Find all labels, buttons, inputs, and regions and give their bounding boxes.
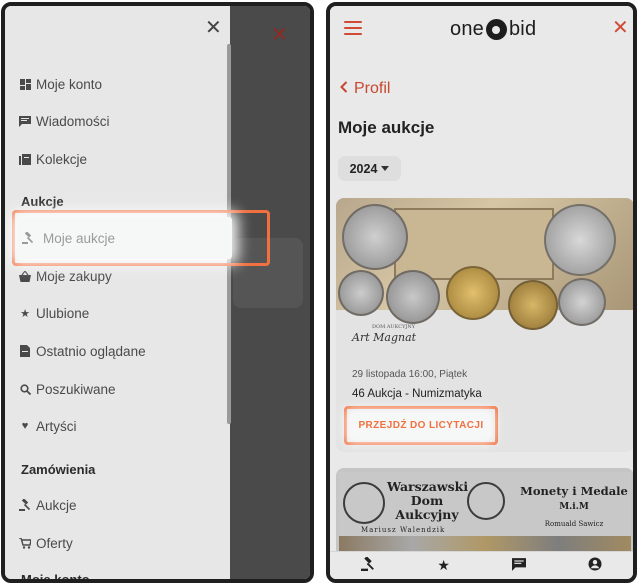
close-icon[interactable]: ✕ <box>612 18 629 38</box>
drawer-item-label: Poszukiwane <box>36 381 116 397</box>
coin-image <box>386 270 440 324</box>
search-icon <box>19 383 31 395</box>
section-title-zamowienia: Zamówienia <box>21 462 96 477</box>
banner-right-mid: M.i.M <box>559 502 589 512</box>
bottom-nav: ★ <box>330 551 633 579</box>
right-phone-screen: one bid ✕ Profil Moje aukcje 2024 DOM AU… <box>326 2 637 583</box>
star-icon: ★ <box>20 307 30 320</box>
coin-image <box>446 266 500 320</box>
message-icon <box>19 115 31 127</box>
gavel-icon[interactable] <box>358 556 378 574</box>
drawer-item-ulubione[interactable]: ★ Ulubione <box>19 301 89 325</box>
coin-image <box>338 270 384 316</box>
drawer-item-moje-aukcje[interactable]: Moje aukcje <box>12 210 270 266</box>
left-phone-screen: ✕ ✕ Moje konto Wiadomości Kolekcje Aukcj… <box>1 2 314 583</box>
drawer-close-icon[interactable]: ✕ <box>205 18 222 38</box>
go-to-auction-button[interactable]: PRZEJDŹ DO LICYTACJI <box>344 406 498 445</box>
drawer-item-label: Artyści <box>36 418 77 434</box>
auction-card[interactable]: DOM AUKCYJNY Art Magnat 29 listopada 16:… <box>336 198 633 452</box>
drawer-item-label: Kolekcje <box>36 151 88 167</box>
document-icon <box>19 345 31 357</box>
drawer-item-label: Aukcje <box>36 497 77 513</box>
drawer-item-moje-konto[interactable]: Moje konto <box>19 72 102 96</box>
auction-date: 29 listopada 16:00, Piątek <box>352 369 468 380</box>
seller-logo: DOM AUKCYJNY Art Magnat <box>352 324 416 344</box>
logo-text-right: bid <box>508 18 537 40</box>
back-link-label: Profil <box>354 80 391 97</box>
drawer-item-label: Ostatnio oglądane <box>36 343 146 359</box>
gavel-icon <box>19 499 31 511</box>
seal-icon <box>343 482 385 524</box>
drawer-item-kolekcje[interactable]: Kolekcje <box>19 147 87 171</box>
drawer-item-artysci[interactable]: ♥ Artyści <box>19 414 77 438</box>
drawer-item-label: Oferty <box>36 535 73 551</box>
dashboard-icon <box>19 78 31 90</box>
caret-down-icon <box>381 166 390 171</box>
auction-banner-image: Warszawski Dom Aukcyjny Mariusz Walendzi… <box>339 472 631 558</box>
banner-right-subtitle: Romuald Sawicz <box>544 520 604 528</box>
heart-icon: ♥ <box>21 420 29 432</box>
logo-text-left: one <box>450 18 484 40</box>
drawer-item-wiadomosci[interactable]: Wiadomości <box>19 109 110 133</box>
coin-image <box>342 204 408 270</box>
drawer-item-zamowienia-aukcje[interactable]: Aukcje <box>19 493 77 517</box>
gavel-icon <box>22 232 34 244</box>
drawer-item-label: Moje konto <box>36 76 103 92</box>
section-title-moje-konto: Moje konto <box>21 572 90 583</box>
logo-coin-icon <box>485 19 507 40</box>
seller-name: Art Magnat <box>352 331 417 344</box>
seller-small-label: DOM AUKCYJNY <box>372 324 416 330</box>
star-icon[interactable]: ★ <box>434 557 454 574</box>
auction-name[interactable]: 46 Aukcja - Numizmatyka <box>352 388 482 400</box>
section-title-aukcje: Aukcje <box>21 194 64 209</box>
cart-icon <box>19 537 31 549</box>
coin-image <box>508 280 558 330</box>
drawer-item-label: Moje zakupy <box>36 268 112 284</box>
side-drawer: ✕ Moje konto Wiadomości Kolekcje Aukcje … <box>5 6 230 579</box>
year-select-value: 2024 <box>349 161 378 176</box>
onebid-logo[interactable]: one bid <box>450 18 536 41</box>
collection-icon <box>19 153 31 165</box>
drawer-item-label: Wiadomości <box>36 113 110 129</box>
banner-right-title: Monety i Medale <box>520 484 628 498</box>
banner-left-subtitle: Mariusz Walendzik <box>361 526 446 534</box>
drawer-item-poszukiwane[interactable]: Poszukiwane <box>19 377 116 401</box>
eagle-icon <box>467 482 505 520</box>
background-close-icon: ✕ <box>271 24 288 46</box>
banner-left-title: Warszawski Dom Aukcyjny <box>387 479 469 522</box>
top-bar: one bid ✕ <box>330 6 633 52</box>
auction-card-second[interactable]: Warszawski Dom Aukcyjny Mariusz Walendzi… <box>336 468 633 558</box>
page-title: Moje aukcje <box>338 118 435 137</box>
coin-image <box>558 278 606 326</box>
auction-cover-image[interactable] <box>336 198 633 330</box>
user-icon[interactable] <box>585 557 605 574</box>
basket-icon <box>19 270 31 282</box>
back-link[interactable]: Profil <box>340 80 390 98</box>
drawer-item-moje-zakupy[interactable]: Moje zakupy <box>19 264 112 288</box>
go-to-auction-label: PRZEJDŹ DO LICYTACJI <box>358 420 484 431</box>
drawer-item-ostatnio-ogladane[interactable]: Ostatnio oglądane <box>19 339 146 363</box>
drawer-item-label: Moje aukcje <box>43 230 116 246</box>
hamburger-menu-icon[interactable] <box>344 21 362 35</box>
chat-icon[interactable] <box>509 557 529 574</box>
coin-image <box>544 204 616 276</box>
year-select[interactable]: 2024 <box>338 156 401 181</box>
drawer-item-oferty[interactable]: Oferty <box>19 531 73 555</box>
drawer-item-label: Ulubione <box>36 305 90 321</box>
chevron-left-icon <box>340 80 348 98</box>
